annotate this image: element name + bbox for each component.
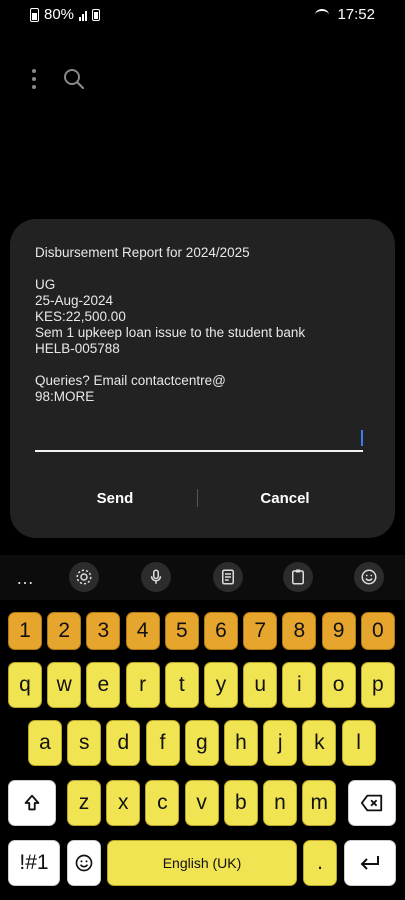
- status-left: 80%: [30, 6, 101, 23]
- clipboard-icon[interactable]: [283, 562, 313, 592]
- key-5[interactable]: 5: [164, 612, 199, 650]
- reply-input[interactable]: [35, 450, 363, 452]
- key-e[interactable]: e: [86, 662, 121, 708]
- key-q[interactable]: q: [8, 662, 42, 708]
- battery-icon: [30, 7, 39, 22]
- key-b[interactable]: b: [223, 780, 258, 826]
- keyboard-toolbar: …: [0, 555, 405, 600]
- space-key[interactable]: English (UK): [107, 840, 297, 886]
- key-6[interactable]: 6: [204, 612, 238, 650]
- key-0[interactable]: 0: [360, 612, 395, 650]
- key-3[interactable]: 3: [86, 612, 121, 650]
- emoji-key-icon: [75, 854, 93, 872]
- key-x[interactable]: x: [106, 780, 141, 826]
- key-g[interactable]: g: [184, 720, 219, 766]
- sim-icon: [92, 8, 101, 21]
- key-d[interactable]: d: [106, 720, 141, 766]
- key-w[interactable]: w: [47, 662, 82, 708]
- key-z[interactable]: z: [67, 780, 101, 826]
- ussd-dialog: Disbursement Report for 2024/2025 UG 25-Au…: [10, 219, 395, 538]
- message-line: [35, 261, 375, 277]
- key-i[interactable]: i: [282, 662, 317, 708]
- key-h[interactable]: h: [224, 720, 258, 766]
- keyboard: 1 2 3 4 5 6 7 8 9 0 q w e r t y u i o p a s d f g h j k l z x c v b n m !#1 E…: [0, 600, 405, 900]
- text-cursor: [361, 430, 363, 446]
- enter-key[interactable]: [344, 840, 396, 886]
- dialog-message: Disbursement Report for 2024/2025 UG 25-Au…: [35, 245, 375, 405]
- message-line: UG: [35, 277, 56, 292]
- settings-icon[interactable]: [69, 562, 99, 592]
- message-line: 25-Aug-2024: [35, 293, 114, 308]
- key-f[interactable]: f: [145, 720, 180, 766]
- emoji-icon[interactable]: [354, 562, 384, 592]
- battery-level: 80%: [44, 6, 75, 23]
- more-options-icon[interactable]: [32, 69, 36, 91]
- key-l[interactable]: l: [341, 720, 376, 766]
- key-s[interactable]: s: [67, 720, 102, 766]
- backspace-key[interactable]: [348, 780, 396, 826]
- key-2[interactable]: 2: [47, 612, 82, 650]
- key-t[interactable]: t: [164, 662, 199, 708]
- status-bar: 80% 17:52: [0, 0, 405, 30]
- message-line: KES:22,500.00: [35, 309, 126, 324]
- message-line: Disbursement Report for 2024/2025: [35, 245, 250, 260]
- message-line: Sem 1 upkeep loan issue to the student b…: [35, 325, 306, 340]
- backspace-icon: [360, 794, 383, 812]
- shift-key[interactable]: [8, 780, 56, 826]
- send-button[interactable]: Send: [50, 479, 180, 519]
- text-editing-icon[interactable]: [213, 562, 243, 592]
- button-divider: [197, 489, 198, 507]
- key-7[interactable]: 7: [243, 612, 278, 650]
- period-key[interactable]: .: [303, 840, 337, 886]
- clock: 17:52: [337, 6, 375, 23]
- status-right: 17:52: [315, 6, 375, 23]
- key-r[interactable]: r: [125, 662, 160, 708]
- key-u[interactable]: u: [243, 662, 278, 708]
- message-line: HELB-005788: [35, 341, 120, 356]
- key-c[interactable]: c: [145, 780, 180, 826]
- key-m[interactable]: m: [302, 780, 337, 826]
- key-9[interactable]: 9: [321, 612, 356, 650]
- wifi-icon: [315, 8, 330, 21]
- key-a[interactable]: a: [28, 720, 62, 766]
- key-k[interactable]: k: [302, 720, 337, 766]
- enter-icon: [360, 856, 379, 870]
- cancel-button[interactable]: Cancel: [220, 479, 350, 519]
- microphone-icon[interactable]: [141, 562, 171, 592]
- key-n[interactable]: n: [263, 780, 297, 826]
- search-icon[interactable]: [62, 67, 86, 91]
- key-p[interactable]: p: [360, 662, 395, 708]
- emoji-key[interactable]: [67, 840, 101, 886]
- key-o[interactable]: o: [321, 662, 356, 708]
- key-1[interactable]: 1: [8, 612, 42, 650]
- message-line: [35, 357, 375, 373]
- signal-icon: [79, 9, 88, 21]
- message-line: 98:MORE: [35, 389, 95, 404]
- shift-icon: [24, 794, 40, 811]
- toolbar-more-icon[interactable]: …: [16, 568, 35, 589]
- symbols-key[interactable]: !#1: [8, 840, 60, 886]
- key-8[interactable]: 8: [282, 612, 317, 650]
- app-toolbar: [0, 60, 405, 100]
- key-j[interactable]: j: [263, 720, 298, 766]
- key-v[interactable]: v: [184, 780, 219, 826]
- key-4[interactable]: 4: [125, 612, 160, 650]
- key-y[interactable]: y: [204, 662, 238, 708]
- message-line: Queries? Email contactcentre@: [35, 373, 226, 388]
